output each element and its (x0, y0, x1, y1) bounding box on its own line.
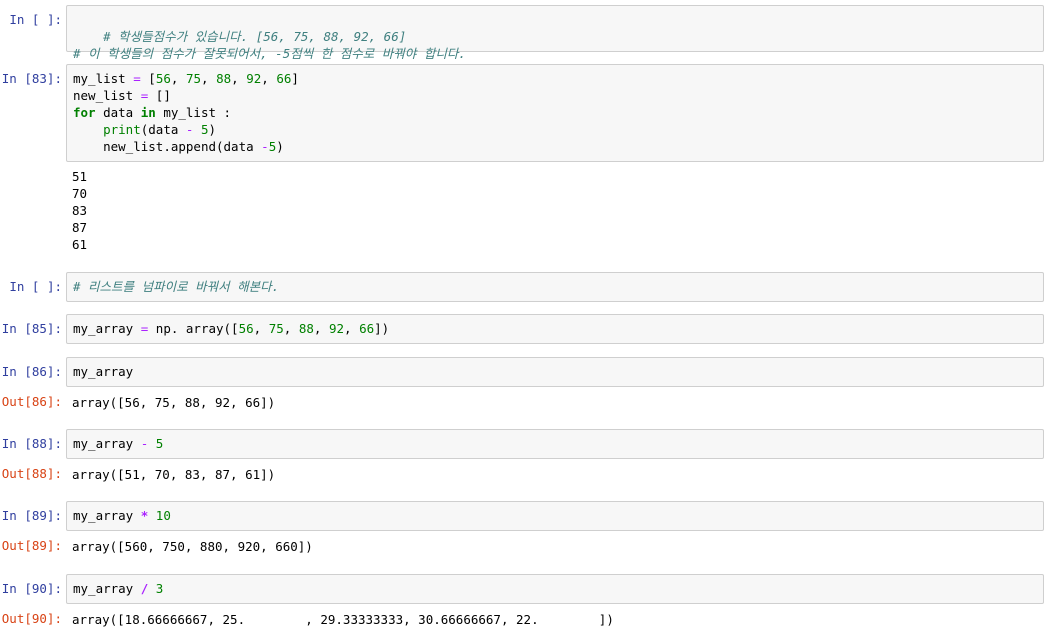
comment-line: # 학생들점수가 있습니다. [56, 75, 88, 92, 66] (103, 29, 407, 44)
input-prompt: In [83]: (1, 71, 62, 86)
cell-code: my_array / 3 (73, 581, 164, 596)
code-cell[interactable]: # 리스트를 넘파이로 바꿔서 해본다. (66, 272, 1044, 302)
cell-code: my_array = np. array([56, 75, 88, 92, 66… (73, 321, 390, 336)
cell-code: my_list = [56, 75, 88, 92, 66] new_list … (73, 71, 299, 154)
result-output: array([560, 750, 880, 920, 660]) (72, 539, 313, 554)
cell-code: my_array (73, 364, 134, 379)
result-output: array([51, 70, 83, 87, 61]) (72, 467, 276, 482)
input-prompt: In [86]: (1, 364, 62, 379)
output-prompt: Out[88]: (1, 466, 62, 481)
input-prompt: In [ ]: (9, 279, 62, 294)
code-cell[interactable]: my_array * 10 (66, 501, 1044, 531)
code-cell[interactable]: my_list = [56, 75, 88, 92, 66] new_list … (66, 64, 1044, 162)
output-prompt: Out[86]: (1, 394, 62, 409)
result-output: array([18.66666667, 25. , 29.33333333, 3… (72, 612, 614, 627)
input-prompt: In [89]: (1, 508, 62, 523)
input-prompt: In [ ]: (9, 12, 62, 27)
cell-code: # 리스트를 넘파이로 바꿔서 해본다. (73, 279, 280, 294)
cell-code: my_array - 5 (73, 436, 164, 451)
code-cell[interactable]: my_array - 5 (66, 429, 1044, 459)
input-prompt: In [88]: (1, 436, 62, 451)
code-cell[interactable]: my_array / 3 (66, 574, 1044, 604)
comment-line: # 이 학생들의 점수가 잘못되어서, -5점씩 한 점수로 바꿔야 합니다. (73, 46, 466, 61)
code-cell[interactable]: # 학생들점수가 있습니다. [56, 75, 88, 92, 66] # 이 … (66, 5, 1044, 61)
input-prompt: In [85]: (1, 321, 62, 336)
input-prompt: In [90]: (1, 581, 62, 596)
result-output: array([56, 75, 88, 92, 66]) (72, 395, 276, 410)
code-cell[interactable]: my_array = np. array([56, 75, 88, 92, 66… (66, 314, 1044, 344)
stream-output: 51 70 83 87 61 (72, 169, 88, 252)
code-cell[interactable]: my_array (66, 357, 1044, 387)
output-prompt: Out[90]: (1, 611, 62, 626)
output-prompt: Out[89]: (1, 538, 62, 553)
cell-code: my_array * 10 (73, 508, 171, 523)
